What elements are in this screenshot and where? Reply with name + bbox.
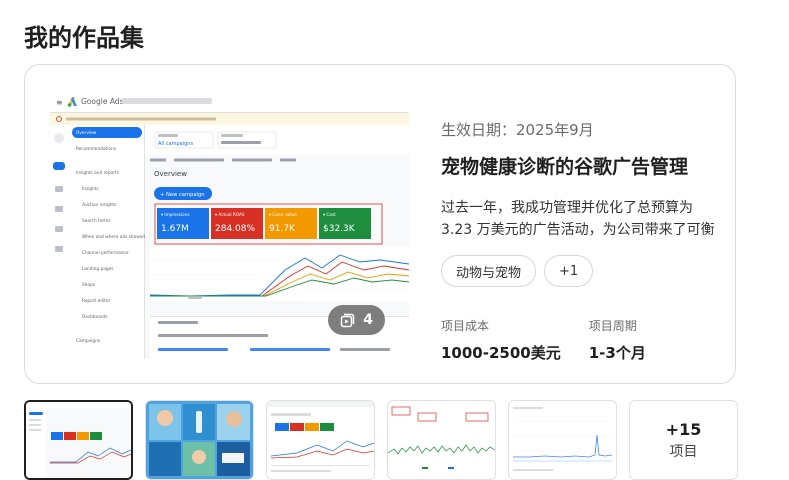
stat-duration-label: 项目周期 bbox=[588, 319, 637, 333]
thumbnail-skincare-collage bbox=[146, 401, 253, 479]
stat-cost-value: 1000-2500美元 bbox=[441, 344, 561, 362]
tag-list: 动物与宠物 +1 bbox=[441, 255, 721, 287]
sidebar-nav-item: Insights bbox=[82, 186, 100, 192]
thumbnail-ads-overview bbox=[26, 402, 131, 478]
sidebar-nav-item: When and where ads showed bbox=[82, 234, 145, 240]
more-projects-tile[interactable]: +15 项目 bbox=[629, 400, 738, 480]
svg-text:All campaigns: All campaigns bbox=[158, 141, 193, 147]
metric-label: ▾ Cost bbox=[323, 212, 336, 217]
media-count-badge[interactable]: 4 bbox=[328, 305, 385, 335]
thumbnail-1[interactable] bbox=[24, 400, 133, 480]
metric-label: ▾ Impressions bbox=[161, 212, 190, 217]
project-title[interactable]: 宠物健康诊断的谷歌广告管理 bbox=[441, 152, 721, 179]
sidebar-nav-item: Channel performance bbox=[82, 250, 129, 256]
sidebar-nav-item: Insights and reports bbox=[76, 170, 120, 176]
thumbnail-3[interactable] bbox=[266, 400, 375, 480]
brand-text: Google Ads bbox=[81, 97, 124, 106]
svg-text:≡: ≡ bbox=[56, 98, 63, 107]
sidebar-nav-item: Recommendations bbox=[76, 146, 117, 152]
stat-duration: 项目周期 1-3个月 bbox=[589, 317, 646, 363]
metric-label: ▾ Conv. value bbox=[269, 212, 297, 217]
metric-value: 1.67M bbox=[161, 224, 189, 234]
thumbnail-strip: +15 项目 bbox=[24, 400, 738, 480]
media-count: 4 bbox=[363, 312, 373, 328]
stat-cost: 项目成本 1000-2500美元 bbox=[441, 317, 561, 363]
thumbnail-traffic-chart bbox=[388, 401, 495, 479]
metric-value: $32.3K bbox=[323, 224, 356, 234]
thumbnail-2[interactable] bbox=[145, 400, 254, 480]
metric-value: 284.08% bbox=[215, 224, 255, 234]
tag-more[interactable]: +1 bbox=[544, 255, 594, 287]
stat-cost-label: 项目成本 bbox=[441, 319, 490, 333]
thumbnail-ads-dashboard bbox=[267, 401, 374, 479]
sidebar-nav-item: Auction insights bbox=[82, 202, 117, 208]
svg-text:Overview: Overview bbox=[154, 170, 187, 178]
metric-label: ▾ Actual ROAS bbox=[215, 212, 245, 217]
sidebar-nav-item: Search terms bbox=[82, 218, 111, 224]
portfolio-card[interactable]: ≡ Google Ads Overview Recommendations In… bbox=[24, 64, 736, 384]
svg-text:+ New campaign: + New campaign bbox=[160, 192, 205, 198]
sidebar-nav-item: Landing pages bbox=[82, 266, 114, 272]
sidebar-nav-item: Overview bbox=[76, 130, 97, 136]
sidebar-nav-item: Report editor bbox=[82, 298, 110, 304]
more-projects-count: +15 bbox=[665, 419, 702, 439]
thumbnail-4[interactable] bbox=[387, 400, 496, 480]
sidebar-nav-item: Shops bbox=[82, 282, 96, 288]
more-projects-label: 项目 bbox=[669, 443, 698, 460]
sidebar-nav-item: Dashboards bbox=[82, 314, 108, 320]
tag-animals-pets[interactable]: 动物与宠物 bbox=[441, 255, 537, 287]
gallery-icon bbox=[341, 313, 355, 327]
metric-value: 91.7K bbox=[269, 224, 296, 234]
sidebar-nav-item: Campaigns bbox=[76, 338, 101, 344]
thumbnail-5[interactable] bbox=[508, 400, 617, 480]
thumbnail-trend-chart bbox=[509, 401, 616, 479]
project-hero-image[interactable]: ≡ Google Ads Overview Recommendations In… bbox=[50, 90, 409, 359]
stat-duration-value: 1-3个月 bbox=[588, 344, 646, 362]
effective-date: 生效日期：2025年9月 bbox=[441, 121, 594, 139]
page-title: 我的作品集 bbox=[24, 24, 144, 52]
project-stats: 项目成本 1000-2500美元 项目周期 1-3个月 bbox=[441, 317, 646, 363]
project-meta: 生效日期：2025年9月 宠物健康诊断的谷歌广告管理 过去一年，我成功管理并优化… bbox=[441, 119, 721, 287]
project-description: 过去一年，我成功管理并优化了总预算为 3.23 万美元的广告活动，为公司带来了可… bbox=[441, 200, 715, 238]
